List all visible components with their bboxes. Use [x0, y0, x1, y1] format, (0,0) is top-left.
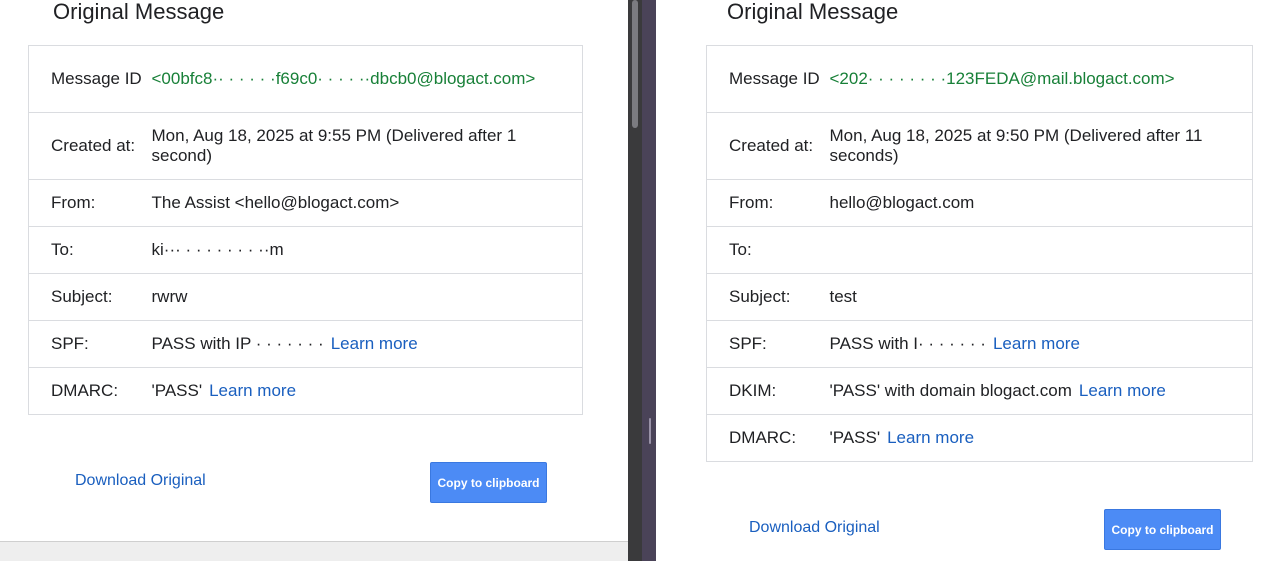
- pane-splitter[interactable]: [642, 0, 656, 561]
- from-label: From:: [28, 179, 152, 227]
- subject-label: Subject:: [28, 273, 152, 321]
- to-value: ki··· · · · · · · · ··m: [151, 226, 583, 274]
- dkim-value: 'PASS' with domain blogact.com: [829, 381, 1072, 400]
- message-details-table: Message ID <202· · · · · · · ·123FEDA@ma…: [706, 45, 1253, 462]
- row-to: To:: [706, 226, 1253, 274]
- dmarc-cell: 'PASS' Learn more: [151, 367, 583, 415]
- splitter-grip-handle[interactable]: [649, 418, 651, 444]
- row-message-id: Message ID <00bfc8·· · · · · ·f69c0· · ·…: [28, 45, 583, 113]
- from-value: The Assist <hello@blogact.com>: [151, 179, 583, 227]
- spf-label: SPF:: [28, 320, 152, 368]
- message-id-value: <202· · · · · · · ·123FEDA@mail.blogact.…: [829, 45, 1253, 113]
- dkim-cell: 'PASS' with domain blogact.com Learn more: [829, 367, 1253, 415]
- spf-learn-more-link[interactable]: Learn more: [331, 334, 418, 353]
- row-message-id: Message ID <202· · · · · · · ·123FEDA@ma…: [706, 45, 1253, 113]
- page-title: Original Message: [53, 0, 225, 24]
- row-from: From: The Assist <hello@blogact.com>: [28, 179, 583, 227]
- copy-to-clipboard-button[interactable]: Copy to clipboard: [430, 462, 547, 503]
- created-at-value: Mon, Aug 18, 2025 at 9:50 PM (Delivered …: [829, 112, 1253, 180]
- copy-to-clipboard-button[interactable]: Copy to clipboard: [1104, 509, 1221, 550]
- row-dmarc: DMARC: 'PASS' Learn more: [28, 367, 583, 415]
- from-label: From:: [706, 179, 830, 227]
- subject-label: Subject:: [706, 273, 830, 321]
- dmarc-cell: 'PASS' Learn more: [829, 414, 1253, 462]
- from-value: hello@blogact.com: [829, 179, 1253, 227]
- message-id-value: <00bfc8·· · · · · ·f69c0· · · · ··dbcb0@…: [151, 45, 583, 113]
- page-title: Original Message: [727, 0, 899, 24]
- row-from: From: hello@blogact.com: [706, 179, 1253, 227]
- spf-value: PASS with IP · · · · · · ·: [151, 334, 324, 353]
- message-id-label: Message ID: [28, 45, 152, 113]
- dmarc-label: DMARC:: [28, 367, 152, 415]
- dmarc-learn-more-link[interactable]: Learn more: [887, 428, 974, 447]
- dkim-learn-more-link[interactable]: Learn more: [1079, 381, 1166, 400]
- row-created-at: Created at: Mon, Aug 18, 2025 at 9:55 PM…: [28, 112, 583, 180]
- to-label: To:: [28, 226, 152, 274]
- scrollbar[interactable]: [628, 0, 642, 561]
- dmarc-learn-more-link[interactable]: Learn more: [209, 381, 296, 400]
- message-details-table: Message ID <00bfc8·· · · · · ·f69c0· · ·…: [28, 45, 583, 415]
- spf-cell: PASS with I· · · · · · · Learn more: [829, 320, 1253, 368]
- spf-value: PASS with I· · · · · · ·: [829, 334, 986, 353]
- download-original-link[interactable]: Download Original: [75, 472, 206, 490]
- dmarc-value: 'PASS': [829, 428, 881, 447]
- spf-cell: PASS with IP · · · · · · · Learn more: [151, 320, 583, 368]
- bottom-bar: [0, 541, 628, 561]
- to-label: To:: [706, 226, 830, 274]
- created-at-label: Created at:: [28, 112, 152, 180]
- dmarc-value: 'PASS': [151, 381, 203, 400]
- row-subject: Subject: test: [706, 273, 1253, 321]
- spf-label: SPF:: [706, 320, 830, 368]
- to-value: [829, 226, 1253, 274]
- subject-value: rwrw: [151, 273, 583, 321]
- row-to: To: ki··· · · · · · · · ··m: [28, 226, 583, 274]
- message-id-label: Message ID: [706, 45, 830, 113]
- dkim-label: DKIM:: [706, 367, 830, 415]
- created-at-value: Mon, Aug 18, 2025 at 9:55 PM (Delivered …: [151, 112, 583, 180]
- row-dmarc: DMARC: 'PASS' Learn more: [706, 414, 1253, 462]
- download-original-link[interactable]: Download Original: [749, 519, 880, 537]
- subject-value: test: [829, 273, 1253, 321]
- dmarc-label: DMARC:: [706, 414, 830, 462]
- created-at-label: Created at:: [706, 112, 830, 180]
- right-message-pane: Original Message Message ID <202· · · · …: [656, 0, 1280, 561]
- row-spf: SPF: PASS with IP · · · · · · · Learn mor…: [28, 320, 583, 368]
- left-message-pane: Original Message Message ID <00bfc8·· · …: [0, 0, 628, 561]
- scrollbar-thumb[interactable]: [632, 0, 638, 128]
- row-subject: Subject: rwrw: [28, 273, 583, 321]
- spf-learn-more-link[interactable]: Learn more: [993, 334, 1080, 353]
- row-spf: SPF: PASS with I· · · · · · · Learn more: [706, 320, 1253, 368]
- row-dkim: DKIM: 'PASS' with domain blogact.com Lear…: [706, 367, 1253, 415]
- row-created-at: Created at: Mon, Aug 18, 2025 at 9:50 PM…: [706, 112, 1253, 180]
